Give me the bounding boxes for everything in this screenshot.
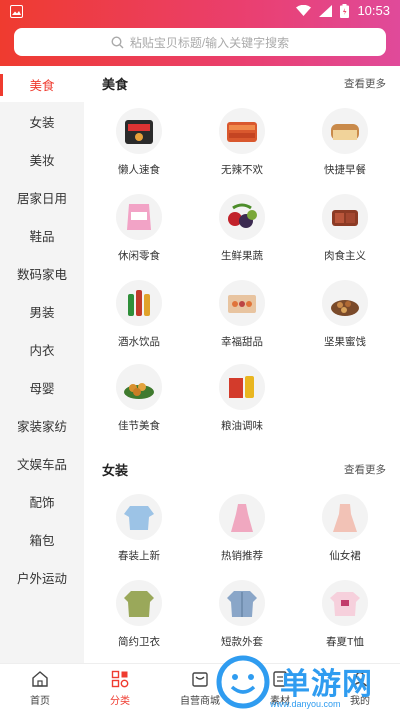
category-item[interactable]: 坚果蜜饯 xyxy=(298,280,392,349)
fairy-dress-icon xyxy=(322,494,368,540)
category-item[interactable]: 无辣不欢 xyxy=(195,108,289,177)
category-item-label: 懒人速食 xyxy=(118,164,160,176)
category-item-label: 生鲜果蔬 xyxy=(221,250,263,262)
status-bar: 10:53 xyxy=(0,0,400,24)
blouse-icon xyxy=(116,494,162,540)
category-item-label: 幸福甜品 xyxy=(221,336,263,348)
tab-category[interactable]: 分类 xyxy=(80,670,160,707)
shop-icon xyxy=(192,672,208,687)
festival-food-icon xyxy=(116,364,162,410)
fruit-icon xyxy=(219,194,265,240)
category-item[interactable]: 懒人速食 xyxy=(92,108,186,177)
category-item[interactable]: 热销推荐 xyxy=(195,494,289,563)
tab-label: 自营商城 xyxy=(180,696,220,707)
sidebar-item-digital[interactable]: 数码家电 xyxy=(0,254,84,292)
view-more-link[interactable]: 查看更多 xyxy=(344,462,386,477)
category-item[interactable]: 简约卫衣 xyxy=(92,580,186,649)
image-notification-icon xyxy=(10,5,23,18)
section-header-womens: 女装 查看更多 xyxy=(102,460,386,479)
category-item-label: 肉食主义 xyxy=(324,250,366,262)
category-item[interactable]: 肉食主义 xyxy=(298,194,392,263)
category-content: 美食 查看更多 懒人速食 无辣不欢 快捷早餐 休闲零食 生鲜果蔬 肉食主义 酒水… xyxy=(84,66,400,663)
category-item-label: 简约卫衣 xyxy=(118,636,160,648)
sidebar-item-mens[interactable]: 男装 xyxy=(0,292,84,330)
sidebar-item-accessories[interactable]: 配饰 xyxy=(0,482,84,520)
bottles-icon xyxy=(116,280,162,326)
search-placeholder: 粘贴宝贝标题/输入关键字搜索 xyxy=(129,35,290,50)
category-item-label: 无辣不欢 xyxy=(221,164,263,176)
sidebar-item-outdoor[interactable]: 户外运动 xyxy=(0,558,84,596)
category-icon xyxy=(111,670,129,688)
bottom-tab-bar: 首页 分类 自营商城 素材 我的 xyxy=(0,663,400,711)
view-more-link[interactable]: 查看更多 xyxy=(344,76,386,91)
header: 10:53 粘贴宝贝标题/输入关键字搜索 xyxy=(0,0,400,66)
category-item-label: 粮油调味 xyxy=(221,420,263,432)
category-item-label: 坚果蜜饯 xyxy=(324,336,366,348)
category-item-label: 酒水饮品 xyxy=(118,336,160,348)
sidebar-item-textiles[interactable]: 家装家纺 xyxy=(0,406,84,444)
tab-label: 我的 xyxy=(350,696,370,707)
section-title: 美食 xyxy=(102,77,129,92)
sidebar-item-underwear[interactable]: 内衣 xyxy=(0,330,84,368)
sidebar-item-womens[interactable]: 女装 xyxy=(0,102,84,140)
tshirt-icon xyxy=(322,580,368,626)
category-item[interactable]: 粮油调味 xyxy=(195,364,289,433)
category-item-label: 热销推荐 xyxy=(221,550,263,562)
pink-dress-icon xyxy=(219,494,265,540)
category-item[interactable]: 仙女裙 xyxy=(298,494,392,563)
dessert-box-icon xyxy=(219,280,265,326)
search-input[interactable]: 粘贴宝贝标题/输入关键字搜索 xyxy=(14,28,386,56)
meat-icon xyxy=(322,194,368,240)
instant-food-icon xyxy=(116,108,162,154)
status-time: 10:53 xyxy=(357,3,390,18)
sidebar-item-entertainment[interactable]: 文娱车品 xyxy=(0,444,84,482)
section-title: 女装 xyxy=(102,463,129,478)
wifi-icon xyxy=(296,4,312,16)
category-item[interactable]: 短款外套 xyxy=(195,580,289,649)
signal-icon xyxy=(319,4,333,17)
category-item-label: 仙女裙 xyxy=(329,550,361,562)
category-item[interactable]: 生鲜果蔬 xyxy=(195,194,289,263)
sidebar-item-baby[interactable]: 母婴 xyxy=(0,368,84,406)
category-item[interactable]: 佳节美食 xyxy=(92,364,186,433)
category-item[interactable]: 休闲零食 xyxy=(92,194,186,263)
category-item-label: 春夏T恤 xyxy=(326,636,364,648)
category-item[interactable]: 快捷早餐 xyxy=(298,108,392,177)
category-item-label: 休闲零食 xyxy=(118,250,160,262)
snack-bag-icon xyxy=(116,194,162,240)
sidebar-item-home[interactable]: 居家日用 xyxy=(0,178,84,216)
sidebar-item-beauty[interactable]: 美妆 xyxy=(0,140,84,178)
category-item[interactable]: 幸福甜品 xyxy=(195,280,289,349)
sidebar-item-shoes[interactable]: 鞋品 xyxy=(0,216,84,254)
battery-icon xyxy=(340,3,350,18)
user-icon xyxy=(352,671,368,687)
denim-jacket-icon xyxy=(219,580,265,626)
bread-icon xyxy=(322,108,368,154)
tab-label: 首页 xyxy=(30,696,50,707)
materials-icon xyxy=(273,671,287,687)
hoodie-icon xyxy=(116,580,162,626)
tab-label: 素材 xyxy=(270,696,290,707)
tab-mine[interactable]: 我的 xyxy=(320,670,400,707)
search-icon xyxy=(111,35,124,48)
spicy-meat-icon xyxy=(219,108,265,154)
category-item-label: 佳节美食 xyxy=(118,420,160,432)
nuts-icon xyxy=(322,280,368,326)
sidebar-item-bags[interactable]: 箱包 xyxy=(0,520,84,558)
category-item-label: 快捷早餐 xyxy=(324,164,366,176)
tab-home[interactable]: 首页 xyxy=(0,670,80,707)
section-header-food: 美食 查看更多 xyxy=(102,74,386,93)
category-item-label: 春装上新 xyxy=(118,550,160,562)
tab-materials[interactable]: 素材 xyxy=(240,670,320,707)
category-item[interactable]: 春夏T恤 xyxy=(298,580,392,649)
tab-mall[interactable]: 自营商城 xyxy=(160,670,240,707)
home-icon xyxy=(32,671,48,687)
category-item-label: 短款外套 xyxy=(221,636,263,648)
category-sidebar: 美食 女装 美妆 居家日用 鞋品 数码家电 男装 内衣 母婴 家装家纺 文娱车品… xyxy=(0,66,84,663)
category-item[interactable]: 春装上新 xyxy=(92,494,186,563)
category-item[interactable]: 酒水饮品 xyxy=(92,280,186,349)
sidebar-item-food[interactable]: 美食 xyxy=(0,66,84,102)
oil-rice-icon xyxy=(219,364,265,410)
tab-label: 分类 xyxy=(110,696,130,707)
